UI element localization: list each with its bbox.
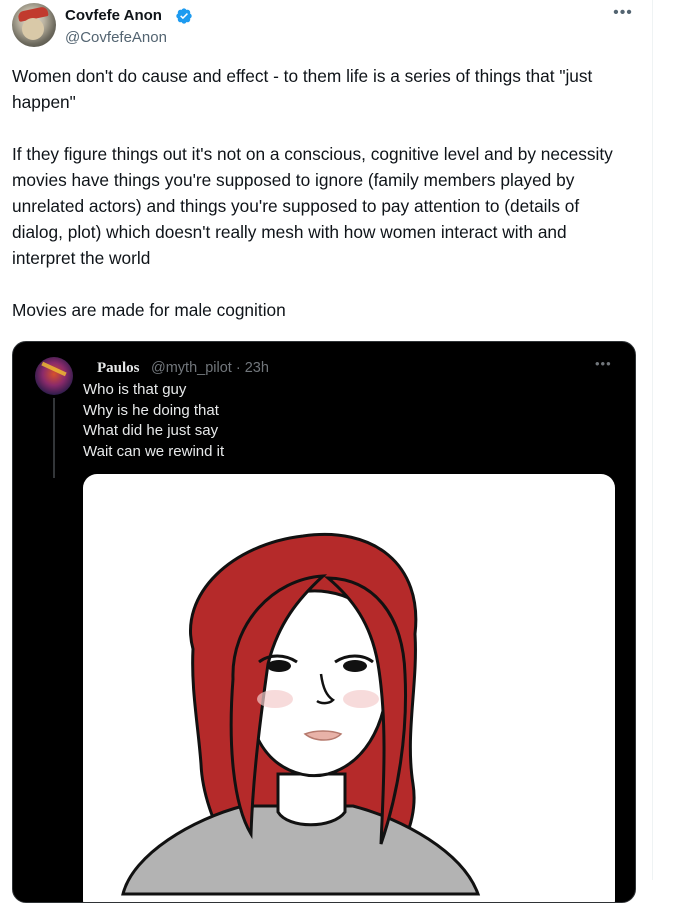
author-avatar[interactable]	[12, 3, 56, 47]
woman-red-hair-illustration	[121, 533, 481, 896]
quoted-tweet[interactable]: Paulos @myth_pilot · 23h ••• Who is that…	[12, 341, 636, 903]
quoted-author-handle[interactable]: @myth_pilot	[151, 360, 232, 376]
tweet-paragraph: Women don't do cause and effect - to the…	[12, 66, 598, 112]
more-options-icon[interactable]: •••	[610, 2, 636, 24]
author-display-name[interactable]: Covfefe Anon	[65, 6, 162, 26]
quoted-more-options-icon[interactable]: •••	[595, 356, 612, 371]
quoted-line: Why is he doing that	[83, 401, 219, 419]
tweet-paragraph: Movies are made for male cognition	[12, 300, 286, 320]
quoted-tweet-text: Who is that guy Why is he doing that Wha…	[83, 380, 224, 462]
verified-badge-icon	[176, 8, 192, 24]
timeline-divider	[652, 0, 653, 880]
tweet-text: Women don't do cause and effect - to the…	[12, 63, 632, 323]
tweet: Covfefe Anon @CovfefeAnon ••• Women don'…	[0, 0, 652, 903]
thread-line	[53, 398, 55, 478]
quoted-author-name[interactable]: Paulos	[97, 358, 140, 378]
quoted-line: Who is that guy	[83, 381, 187, 398]
tweet-paragraph: If they figure things out it's not on a …	[12, 144, 618, 268]
quoted-media-image[interactable]	[83, 474, 615, 902]
quoted-tweet-time[interactable]: · 23h	[236, 360, 269, 376]
quoted-author-avatar[interactable]	[35, 357, 73, 395]
author-handle[interactable]: @CovfefeAnon	[65, 28, 167, 48]
quoted-author-meta: @myth_pilot · 23h	[151, 358, 269, 378]
quoted-line: What did he just say	[83, 422, 219, 440]
quoted-line: Wait can we rewind it	[83, 442, 225, 460]
